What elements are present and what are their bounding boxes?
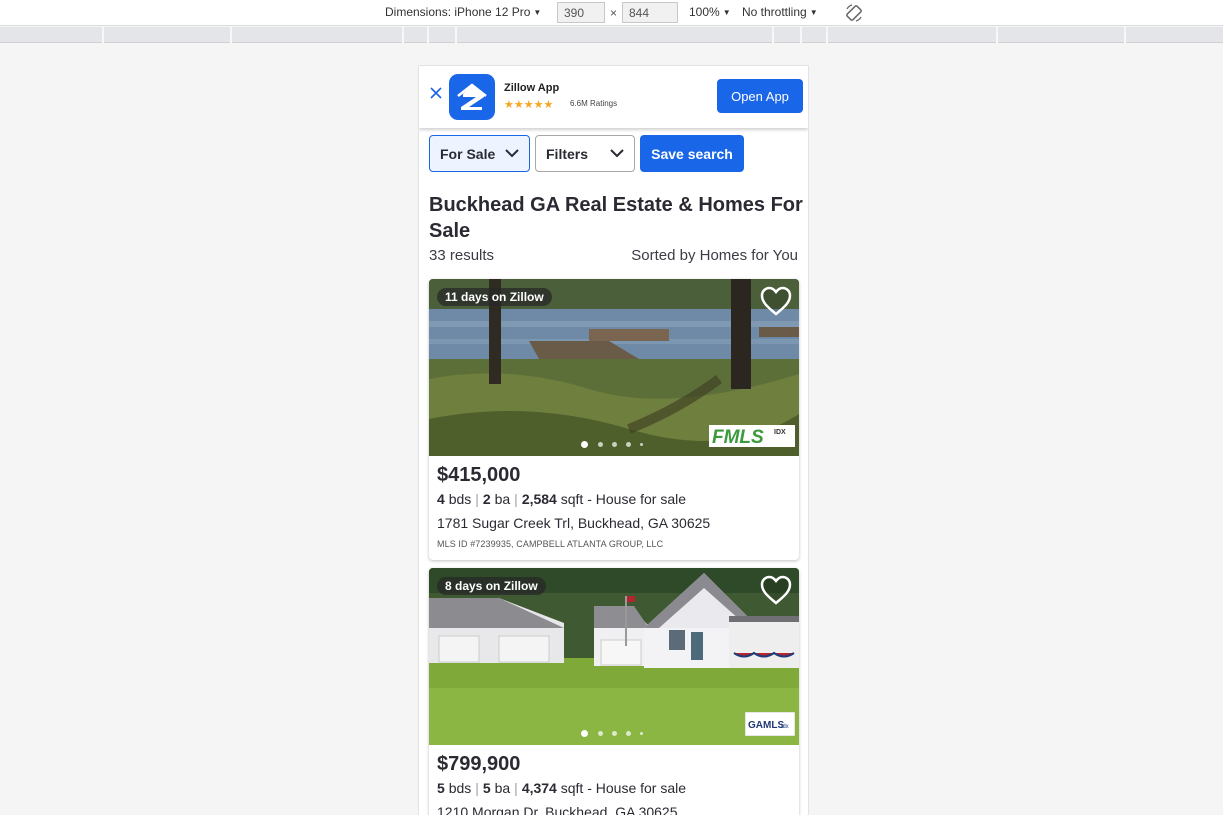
sqft-value: 4,374 bbox=[521, 780, 557, 796]
mls-attribution: MLS ID #7239935, CAMPBELL ATLANTA GROUP,… bbox=[437, 539, 664, 549]
close-icon[interactable] bbox=[429, 86, 443, 100]
gamls-logo: GAMLS idx bbox=[744, 711, 796, 741]
beds-value: 5 bbox=[437, 780, 445, 796]
listing-price: $799,900 bbox=[437, 753, 521, 775]
save-search-button[interactable]: Save search bbox=[640, 135, 744, 172]
days-on-zillow-badge: 8 days on Zillow bbox=[437, 577, 546, 595]
baths-value: 2 bbox=[482, 491, 491, 507]
filters-dropdown[interactable]: Filters bbox=[535, 135, 635, 172]
listing-facts: 4 bds | 2 ba | 2,584 sqft - House for sale bbox=[437, 491, 687, 507]
for-sale-label: For Sale bbox=[440, 145, 496, 162]
media-query-ruler bbox=[0, 27, 1223, 43]
photo-carousel-dots bbox=[581, 730, 651, 738]
app-ratings-count: 6.6M Ratings bbox=[570, 99, 618, 108]
baths-unit: ba bbox=[494, 780, 511, 796]
sort-selector[interactable]: Sorted by Homes for You bbox=[631, 247, 798, 264]
listing-address[interactable]: 1781 Sugar Creek Trl, Buckhead, GA 30625 bbox=[437, 515, 710, 531]
home-type: - House for sale bbox=[587, 780, 687, 796]
star-rating-icon: ★★★★★ bbox=[504, 99, 554, 111]
beds-unit: bds bbox=[448, 491, 472, 507]
listing-card[interactable]: 11 days on Zillow FMLS IDX $415,000 4 bd… bbox=[429, 279, 799, 560]
caret-down-icon: ▼ bbox=[809, 8, 818, 17]
listing-facts: 5 bds | 5 ba | 4,374 sqft - House for sale bbox=[437, 780, 687, 796]
devtools-device-toolbar: Dimensions: iPhone 12 Pro ▼ 390 × 844 100… bbox=[0, 0, 1223, 26]
beds-unit: bds bbox=[448, 780, 472, 796]
mls-logo-text: GAMLS bbox=[748, 720, 784, 731]
caret-down-icon: ▼ bbox=[533, 8, 542, 17]
open-app-button[interactable]: Open App bbox=[717, 79, 803, 113]
zoom-dropdown[interactable]: 100% ▼ bbox=[689, 5, 731, 19]
photo-carousel-dots bbox=[581, 441, 651, 449]
listing-photo[interactable]: 11 days on Zillow FMLS IDX bbox=[429, 279, 799, 456]
app-title: Zillow App bbox=[504, 82, 560, 94]
results-count: 33 results bbox=[429, 247, 495, 264]
listing-price: $415,000 bbox=[437, 464, 521, 486]
sqft-value: 2,584 bbox=[521, 491, 557, 507]
mobile-viewport: Zillow App ★★★★★ 6.6M Ratings Open App F… bbox=[418, 65, 809, 815]
throttling-dropdown[interactable]: No throttling ▼ bbox=[742, 5, 818, 19]
device-dimensions-dropdown[interactable]: Dimensions: iPhone 12 Pro ▼ bbox=[385, 5, 541, 19]
chevron-down-icon bbox=[610, 149, 624, 158]
zoom-label: 100% bbox=[689, 5, 720, 19]
page-title: Buckhead GA Real Estate & Homes For Sale bbox=[429, 194, 803, 242]
throttling-label: No throttling bbox=[742, 5, 807, 19]
svg-text:idx: idx bbox=[781, 724, 789, 730]
svg-text:IDX: IDX bbox=[774, 429, 786, 436]
for-sale-dropdown[interactable]: For Sale bbox=[429, 135, 530, 172]
sqft-unit: sqft bbox=[560, 780, 584, 796]
filter-bar: For Sale Filters Save search bbox=[429, 135, 799, 173]
zillow-logo-icon bbox=[449, 74, 495, 120]
caret-down-icon: ▼ bbox=[722, 8, 731, 17]
height-input[interactable]: 844 bbox=[622, 2, 678, 23]
heart-icon[interactable] bbox=[759, 574, 793, 606]
times-glyph: × bbox=[610, 6, 618, 20]
chevron-down-icon bbox=[505, 149, 519, 158]
fmls-logo: FMLS IDX bbox=[709, 425, 795, 452]
width-input[interactable]: 390 bbox=[557, 2, 605, 23]
baths-value: 5 bbox=[482, 780, 491, 796]
listing-card[interactable]: 8 days on Zillow GAMLS idx $799,900 5 bd… bbox=[429, 568, 799, 815]
filters-label: Filters bbox=[546, 145, 589, 162]
baths-unit: ba bbox=[494, 491, 511, 507]
mls-logo-text: FMLS bbox=[712, 427, 764, 447]
heart-icon[interactable] bbox=[759, 285, 793, 317]
days-on-zillow-badge: 11 days on Zillow bbox=[437, 288, 552, 306]
device-dimensions-label: Dimensions: iPhone 12 Pro bbox=[385, 5, 531, 19]
beds-value: 4 bbox=[437, 491, 445, 507]
listing-address[interactable]: 1210 Morgan Dr, Buckhead, GA 30625 bbox=[437, 804, 678, 815]
sqft-unit: sqft bbox=[560, 491, 584, 507]
app-install-banner: Zillow App ★★★★★ 6.6M Ratings Open App bbox=[419, 66, 808, 128]
listing-photo[interactable]: 8 days on Zillow GAMLS idx bbox=[429, 568, 799, 745]
home-type: - House for sale bbox=[587, 491, 687, 507]
rotate-icon[interactable] bbox=[844, 3, 864, 23]
